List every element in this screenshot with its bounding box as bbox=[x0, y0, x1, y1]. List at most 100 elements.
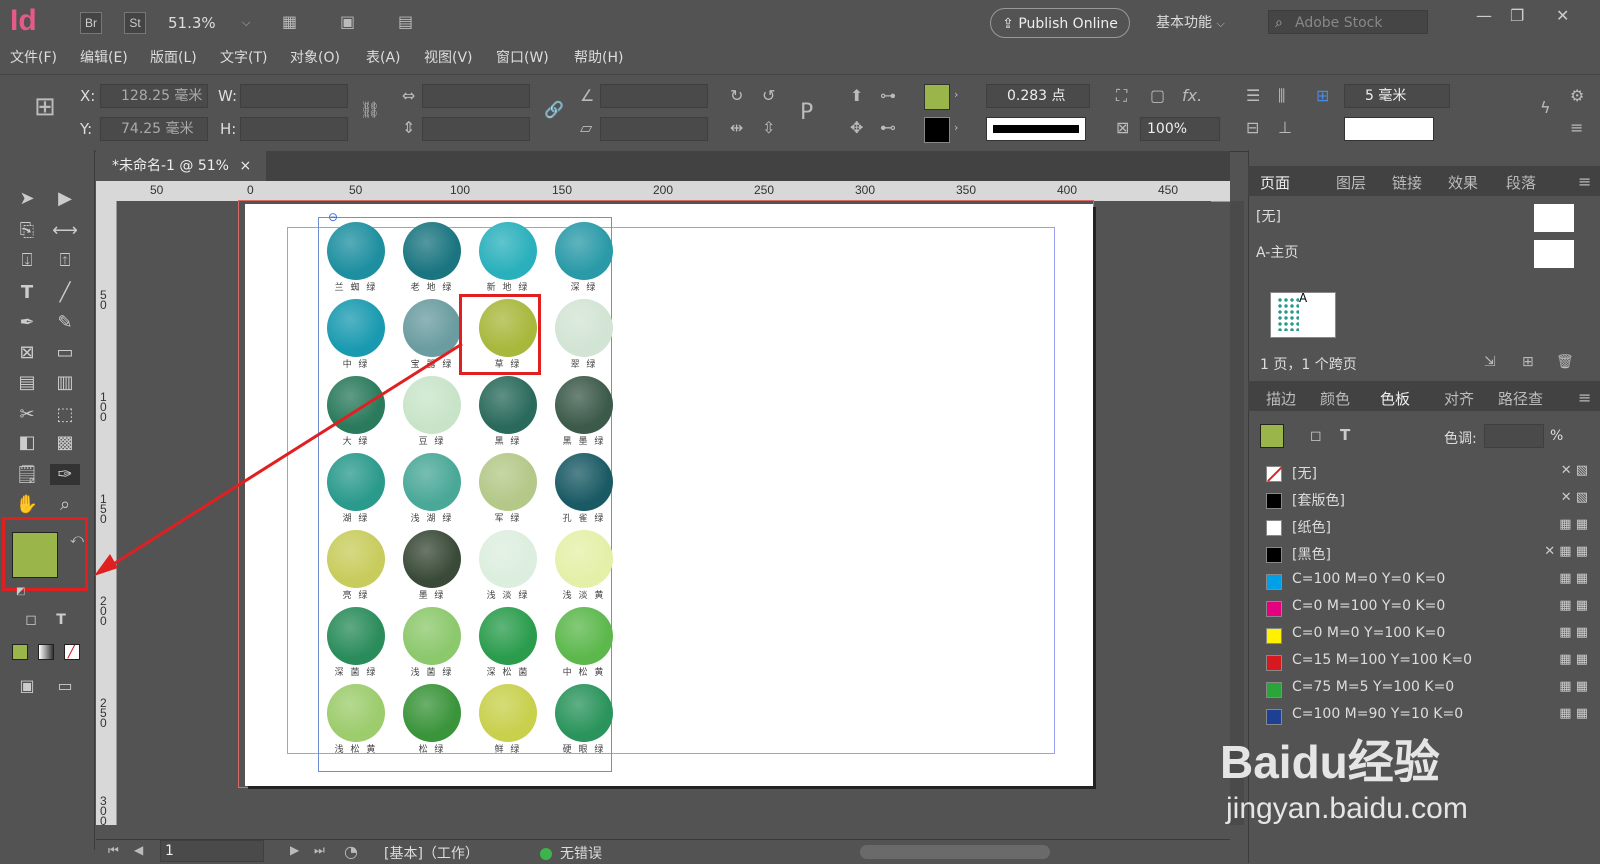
tab-paragraph[interactable]: 段落 bbox=[1506, 172, 1536, 193]
new-page-icon[interactable]: ⊞ bbox=[1522, 354, 1534, 370]
panel-menu-icon[interactable]: ≡ bbox=[1578, 172, 1591, 191]
screen-mode-icon[interactable]: ▭ bbox=[50, 676, 80, 695]
menu-view[interactable]: 视图(V) bbox=[424, 47, 473, 67]
bridge-button[interactable]: Br bbox=[80, 12, 102, 34]
swatch-row[interactable]: C=0 M=0 Y=100 K=0 ▦ ▦ bbox=[1266, 622, 1596, 649]
type-tool-icon[interactable]: T bbox=[12, 282, 42, 303]
formatting-container-icon[interactable]: ◻ bbox=[1310, 428, 1322, 444]
tab-layers[interactable]: 图层 bbox=[1336, 172, 1366, 193]
scale-y-field[interactable] bbox=[422, 117, 530, 141]
content-grabber-icon[interactable]: ⊖ bbox=[328, 210, 338, 224]
minimize-button[interactable]: — bbox=[1476, 6, 1492, 25]
tab-swatches[interactable]: 色板 bbox=[1380, 388, 1410, 409]
swatch-row[interactable]: C=75 M=5 Y=100 K=0 ▦ ▦ bbox=[1266, 676, 1596, 703]
table-tool-icon[interactable]: ▤ bbox=[12, 372, 42, 393]
apply-none-icon[interactable]: ╱ bbox=[64, 644, 80, 660]
formatting-text-icon[interactable]: T bbox=[46, 612, 76, 628]
swatch-row[interactable]: [无] ✕ ▧ bbox=[1266, 460, 1596, 487]
line-tool-icon[interactable]: ╱ bbox=[50, 282, 80, 303]
hand-tool-icon[interactable]: ✋ bbox=[12, 494, 42, 515]
x-field[interactable]: 128.25 毫米 bbox=[100, 84, 208, 108]
frame-fitting-select[interactable] bbox=[1344, 117, 1434, 141]
arrange-documents-icon[interactable]: ▤ bbox=[398, 12, 413, 31]
swatch-row[interactable]: C=100 M=0 Y=0 K=0 ▦ ▦ bbox=[1266, 568, 1596, 595]
gradient-feather-tool-icon[interactable]: ▩ bbox=[50, 432, 80, 453]
close-tab-icon[interactable]: × bbox=[239, 158, 251, 174]
open-page-icon[interactable]: ◔ bbox=[344, 842, 358, 861]
stroke-weight-field[interactable]: 0.283 点 bbox=[986, 84, 1090, 108]
page-tool-icon[interactable]: ⎘ bbox=[12, 220, 42, 241]
fill-menu-arrow[interactable]: › bbox=[954, 88, 958, 101]
close-window-button[interactable]: ✕ bbox=[1556, 6, 1569, 25]
menu-table[interactable]: 表(A) bbox=[366, 47, 401, 67]
tab-pages[interactable]: 页面 bbox=[1260, 172, 1290, 193]
opacity-field[interactable]: 100% bbox=[1140, 117, 1220, 141]
note-tool-icon[interactable]: 🗒 bbox=[12, 464, 42, 485]
content-collector-icon[interactable]: ⍗ bbox=[12, 250, 42, 271]
menu-object[interactable]: 对象(O) bbox=[290, 47, 340, 67]
gradient-swatch-tool-icon[interactable]: ◧ bbox=[12, 432, 42, 453]
pencil-tool-icon[interactable]: ✎ bbox=[50, 312, 80, 333]
publish-online-button[interactable]: ⇪ Publish Online bbox=[990, 8, 1130, 38]
drop-shadow-icon[interactable]: ▢ bbox=[1150, 86, 1165, 105]
master-none[interactable]: [无] bbox=[1256, 206, 1281, 226]
stock-button[interactable]: St bbox=[124, 12, 146, 34]
tab-links[interactable]: 链接 bbox=[1392, 172, 1422, 193]
y-field[interactable]: 74.25 毫米 bbox=[100, 117, 208, 141]
select-next-icon[interactable]: ⊷ bbox=[880, 118, 896, 137]
formatting-text-icon[interactable]: T bbox=[1340, 426, 1350, 444]
swatch-row[interactable]: [黑色] ✕ ▦ ▦ bbox=[1266, 541, 1596, 568]
rotation-field[interactable] bbox=[600, 84, 708, 108]
zoom-tool-icon[interactable]: ⌕ bbox=[50, 494, 80, 515]
screen-mode-icon[interactable]: ▣ bbox=[340, 12, 355, 31]
menu-help[interactable]: 帮助(H) bbox=[574, 47, 623, 67]
rectangle-tool-icon[interactable]: ▭ bbox=[50, 342, 80, 363]
last-page-icon[interactable]: ⏭ bbox=[314, 843, 325, 858]
menu-layout[interactable]: 版面(L) bbox=[150, 47, 197, 67]
stroke-menu-arrow[interactable]: › bbox=[954, 121, 958, 134]
gap-tool-icon[interactable]: ⟷ bbox=[50, 220, 80, 241]
page-1-thumbnail[interactable]: A bbox=[1270, 291, 1336, 338]
view-options-icon[interactable]: ▦ bbox=[282, 12, 297, 31]
free-transform-tool-icon[interactable]: ⬚ bbox=[50, 404, 80, 425]
menu-edit[interactable]: 编辑(E) bbox=[80, 47, 128, 67]
preflight-status[interactable]: 无错误 bbox=[560, 843, 602, 863]
swatch-row[interactable]: C=0 M=100 Y=0 K=0 ▦ ▦ bbox=[1266, 595, 1596, 622]
edit-page-size-icon[interactable]: ⇲ bbox=[1484, 354, 1496, 370]
previous-page-icon[interactable]: ◀ bbox=[134, 843, 143, 857]
horizontal-scrollbar-thumb[interactable] bbox=[860, 845, 1050, 859]
quick-apply-icon[interactable]: ϟ bbox=[1540, 98, 1551, 117]
panel-menu-icon[interactable]: ≡ bbox=[1578, 388, 1591, 407]
content-placer-icon[interactable]: ⍐ bbox=[50, 250, 80, 271]
fill-swatch[interactable] bbox=[924, 84, 950, 110]
direct-selection-tool-icon[interactable]: ▶ bbox=[50, 188, 80, 209]
effects-icon[interactable]: fx. bbox=[1182, 86, 1202, 105]
flip-horizontal-icon[interactable]: ⇹ bbox=[730, 118, 743, 137]
master-a[interactable]: A-主页 bbox=[1256, 242, 1298, 262]
scissors-tool-icon[interactable]: ✂ bbox=[12, 404, 42, 425]
tab-pathfinder[interactable]: 路径查 bbox=[1498, 388, 1543, 409]
menu-window[interactable]: 窗口(W) bbox=[496, 47, 549, 67]
flip-vertical-icon[interactable]: ⇳ bbox=[762, 118, 775, 137]
stroke-swatch[interactable] bbox=[924, 117, 950, 143]
grid-tool-icon[interactable]: ▥ bbox=[50, 372, 80, 393]
gap-field[interactable]: 5 毫米 bbox=[1344, 84, 1450, 108]
tab-color[interactable]: 颜色 bbox=[1320, 388, 1350, 409]
swatch-row[interactable]: [套版色] ✕ ▧ bbox=[1266, 487, 1596, 514]
swatch-row[interactable]: C=15 M=100 Y=100 K=0 ▦ ▦ bbox=[1266, 649, 1596, 676]
tint-field[interactable] bbox=[1484, 424, 1544, 448]
constrain-proportions-icon[interactable]: ⛓ bbox=[360, 100, 380, 119]
page-number-field[interactable]: 1 bbox=[160, 840, 264, 862]
master-a-thumb[interactable] bbox=[1534, 240, 1574, 268]
panel-menu-icon[interactable]: ≡ bbox=[1570, 118, 1583, 137]
normal-view-icon[interactable]: ▣ bbox=[12, 676, 42, 695]
gap-tool-icon[interactable]: ⊞ bbox=[1316, 86, 1329, 105]
default-colors-icon[interactable]: ◩ bbox=[16, 586, 25, 597]
next-page-icon[interactable]: ▶ bbox=[290, 843, 299, 857]
column-icon[interactable]: ⫼ bbox=[1278, 86, 1285, 106]
restore-button[interactable]: ❐ bbox=[1510, 6, 1524, 25]
preflight-profile[interactable]: [基本]（工作） bbox=[384, 843, 479, 863]
scale-x-field[interactable] bbox=[422, 84, 530, 108]
tab-effects[interactable]: 效果 bbox=[1448, 172, 1478, 193]
stroke-type-select[interactable] bbox=[986, 117, 1086, 141]
